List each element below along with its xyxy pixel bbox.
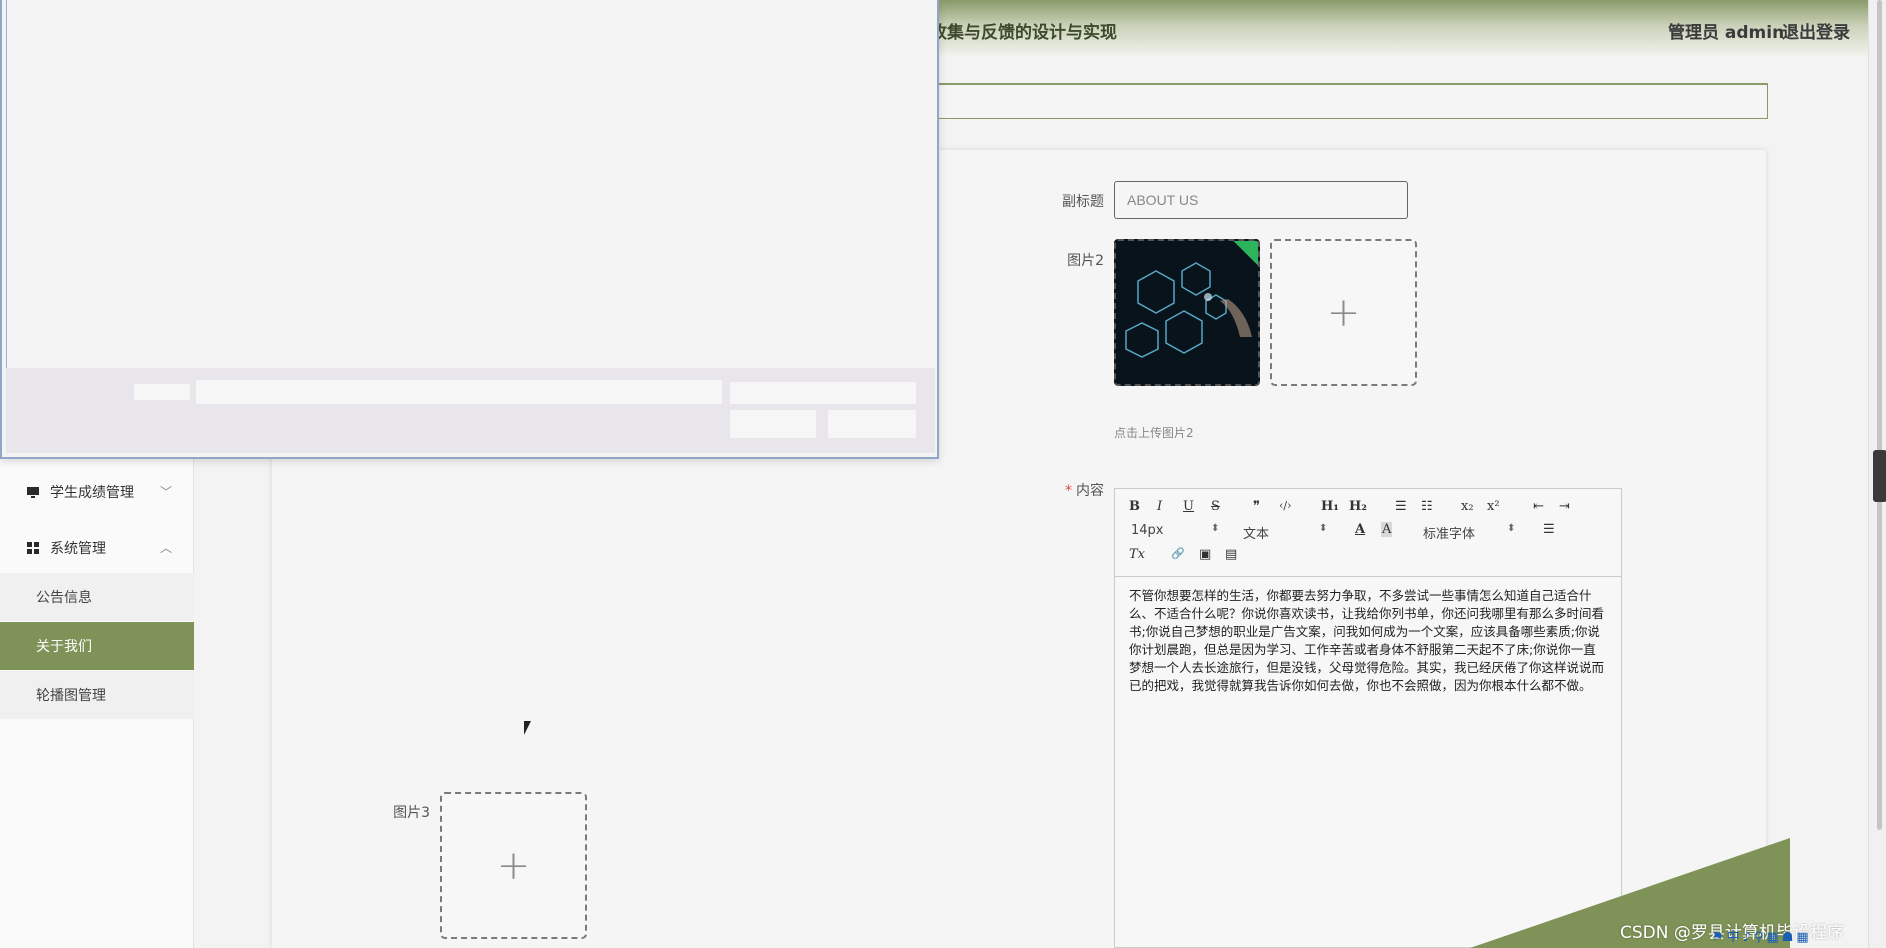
font-size-select[interactable]: 14px (1131, 523, 1164, 538)
mouse-cursor (524, 721, 531, 735)
plus-icon: + (1326, 289, 1361, 336)
system-title: 收集与反馈的设计与实现 (930, 23, 1117, 43)
placeholder-button[interactable] (828, 410, 916, 438)
outdent-icon[interactable]: ⇤ (1533, 499, 1544, 514)
placeholder-field[interactable] (196, 380, 722, 404)
logout-link[interactable]: 退出登录 (1782, 18, 1850, 43)
indent-icon[interactable]: ⇥ (1559, 499, 1570, 514)
menu-student-grades[interactable]: 学生成绩管理 ﹀ (0, 467, 194, 517)
content-label: * 内容 (1040, 480, 1104, 500)
menu-label: 系统管理 (50, 541, 106, 557)
subtitle-label: 副标题 (1062, 194, 1104, 210)
dialog-footer (6, 368, 935, 453)
link-icon[interactable]: 🔗 (1171, 547, 1185, 560)
font-color-icon[interactable]: A (1355, 522, 1365, 537)
image3-upload-button[interactable]: + (440, 792, 587, 939)
sidebar: 学生成绩管理 ﹀ 系统管理 ︿ 公告信息 关于我们 轮播图管理 (0, 455, 194, 948)
current-user: 管理员 admin (1668, 23, 1785, 43)
ordered-list-icon[interactable]: ☰ (1395, 499, 1407, 514)
editor-content[interactable]: 不管你想要怎样的生活，你都要去努力争取，不多尝试一些事情怎么知道自己适合什么、不… (1115, 577, 1621, 705)
underline-button[interactable]: U (1183, 499, 1194, 514)
image-icon[interactable]: ▣ (1199, 547, 1211, 562)
subscript-button[interactable]: x₂ (1461, 499, 1474, 514)
strike-button[interactable]: S (1211, 499, 1220, 514)
placeholder-field[interactable] (730, 382, 916, 404)
font-family-select[interactable]: 标准字体 (1423, 523, 1475, 542)
menu-system-management[interactable]: 系统管理 ︿ (0, 523, 194, 573)
heading1-button[interactable]: H₁ (1321, 499, 1339, 514)
bold-button[interactable]: B (1129, 499, 1140, 514)
bullet-list-icon[interactable]: ☷ (1421, 499, 1433, 514)
required-mark: * (1065, 483, 1072, 499)
chevron-up-icon: ︿ (160, 541, 173, 555)
blank-dialog-window[interactable] (0, 0, 939, 459)
image2-upload-hint: 点击上传图片2 (1114, 426, 1194, 440)
monitor-icon (27, 487, 39, 498)
sidebar-item-about-us[interactable]: 关于我们 (0, 622, 194, 670)
breadcrumb-bar (930, 83, 1768, 119)
header-select-arrow[interactable]: ⬍ (1319, 523, 1327, 534)
scrollbar-track-thumb[interactable] (1877, 0, 1882, 830)
superscript-button[interactable]: x² (1487, 499, 1500, 514)
sidebar-item-carousel[interactable]: 轮播图管理 (0, 671, 194, 719)
align-icon[interactable]: ☰ (1543, 522, 1555, 537)
editor-toolbar: B I U S ❞ ‹/› H₁ H₂ ☰ ☷ x₂ x² ⇤ ⇥ 14px ⬍… (1115, 489, 1621, 577)
image2-preview[interactable] (1114, 239, 1260, 386)
header-select[interactable]: 文本 (1243, 523, 1269, 542)
grid-icon (27, 542, 39, 554)
content-label-text: 内容 (1076, 483, 1104, 499)
chevron-down-icon: ﹀ (160, 485, 173, 499)
sidebar-item-announcements[interactable]: 公告信息 (0, 573, 194, 621)
clear-format-icon[interactable]: Tx (1129, 547, 1145, 562)
plus-icon: + (496, 842, 531, 889)
code-block-icon[interactable]: ‹/› (1279, 499, 1292, 512)
background-color-icon[interactable]: A (1381, 522, 1393, 537)
blockquote-icon[interactable]: ❞ (1253, 499, 1260, 514)
image2-upload-button[interactable]: + (1270, 239, 1417, 386)
video-icon[interactable]: ▤ (1225, 547, 1237, 562)
font-size-select-arrow[interactable]: ⬍ (1211, 523, 1219, 534)
page-scrollbar[interactable] (1868, 0, 1886, 948)
image3-label: 图片3 (393, 805, 430, 821)
menu-label: 学生成绩管理 (50, 485, 134, 501)
image2-label: 图片2 (1067, 253, 1104, 269)
placeholder-button[interactable] (730, 410, 816, 438)
heading2-button[interactable]: H₂ (1349, 499, 1367, 514)
system-tray-icons: ⚑中♪⚲▦☗▦ (1712, 930, 1812, 945)
font-family-select-arrow[interactable]: ⬍ (1507, 523, 1515, 534)
italic-button[interactable]: I (1157, 499, 1162, 514)
placeholder-block (134, 384, 190, 400)
scrollbar-handle[interactable] (1873, 450, 1886, 502)
technology-hexagon-image (1116, 241, 1258, 384)
subtitle-input[interactable] (1114, 181, 1408, 219)
